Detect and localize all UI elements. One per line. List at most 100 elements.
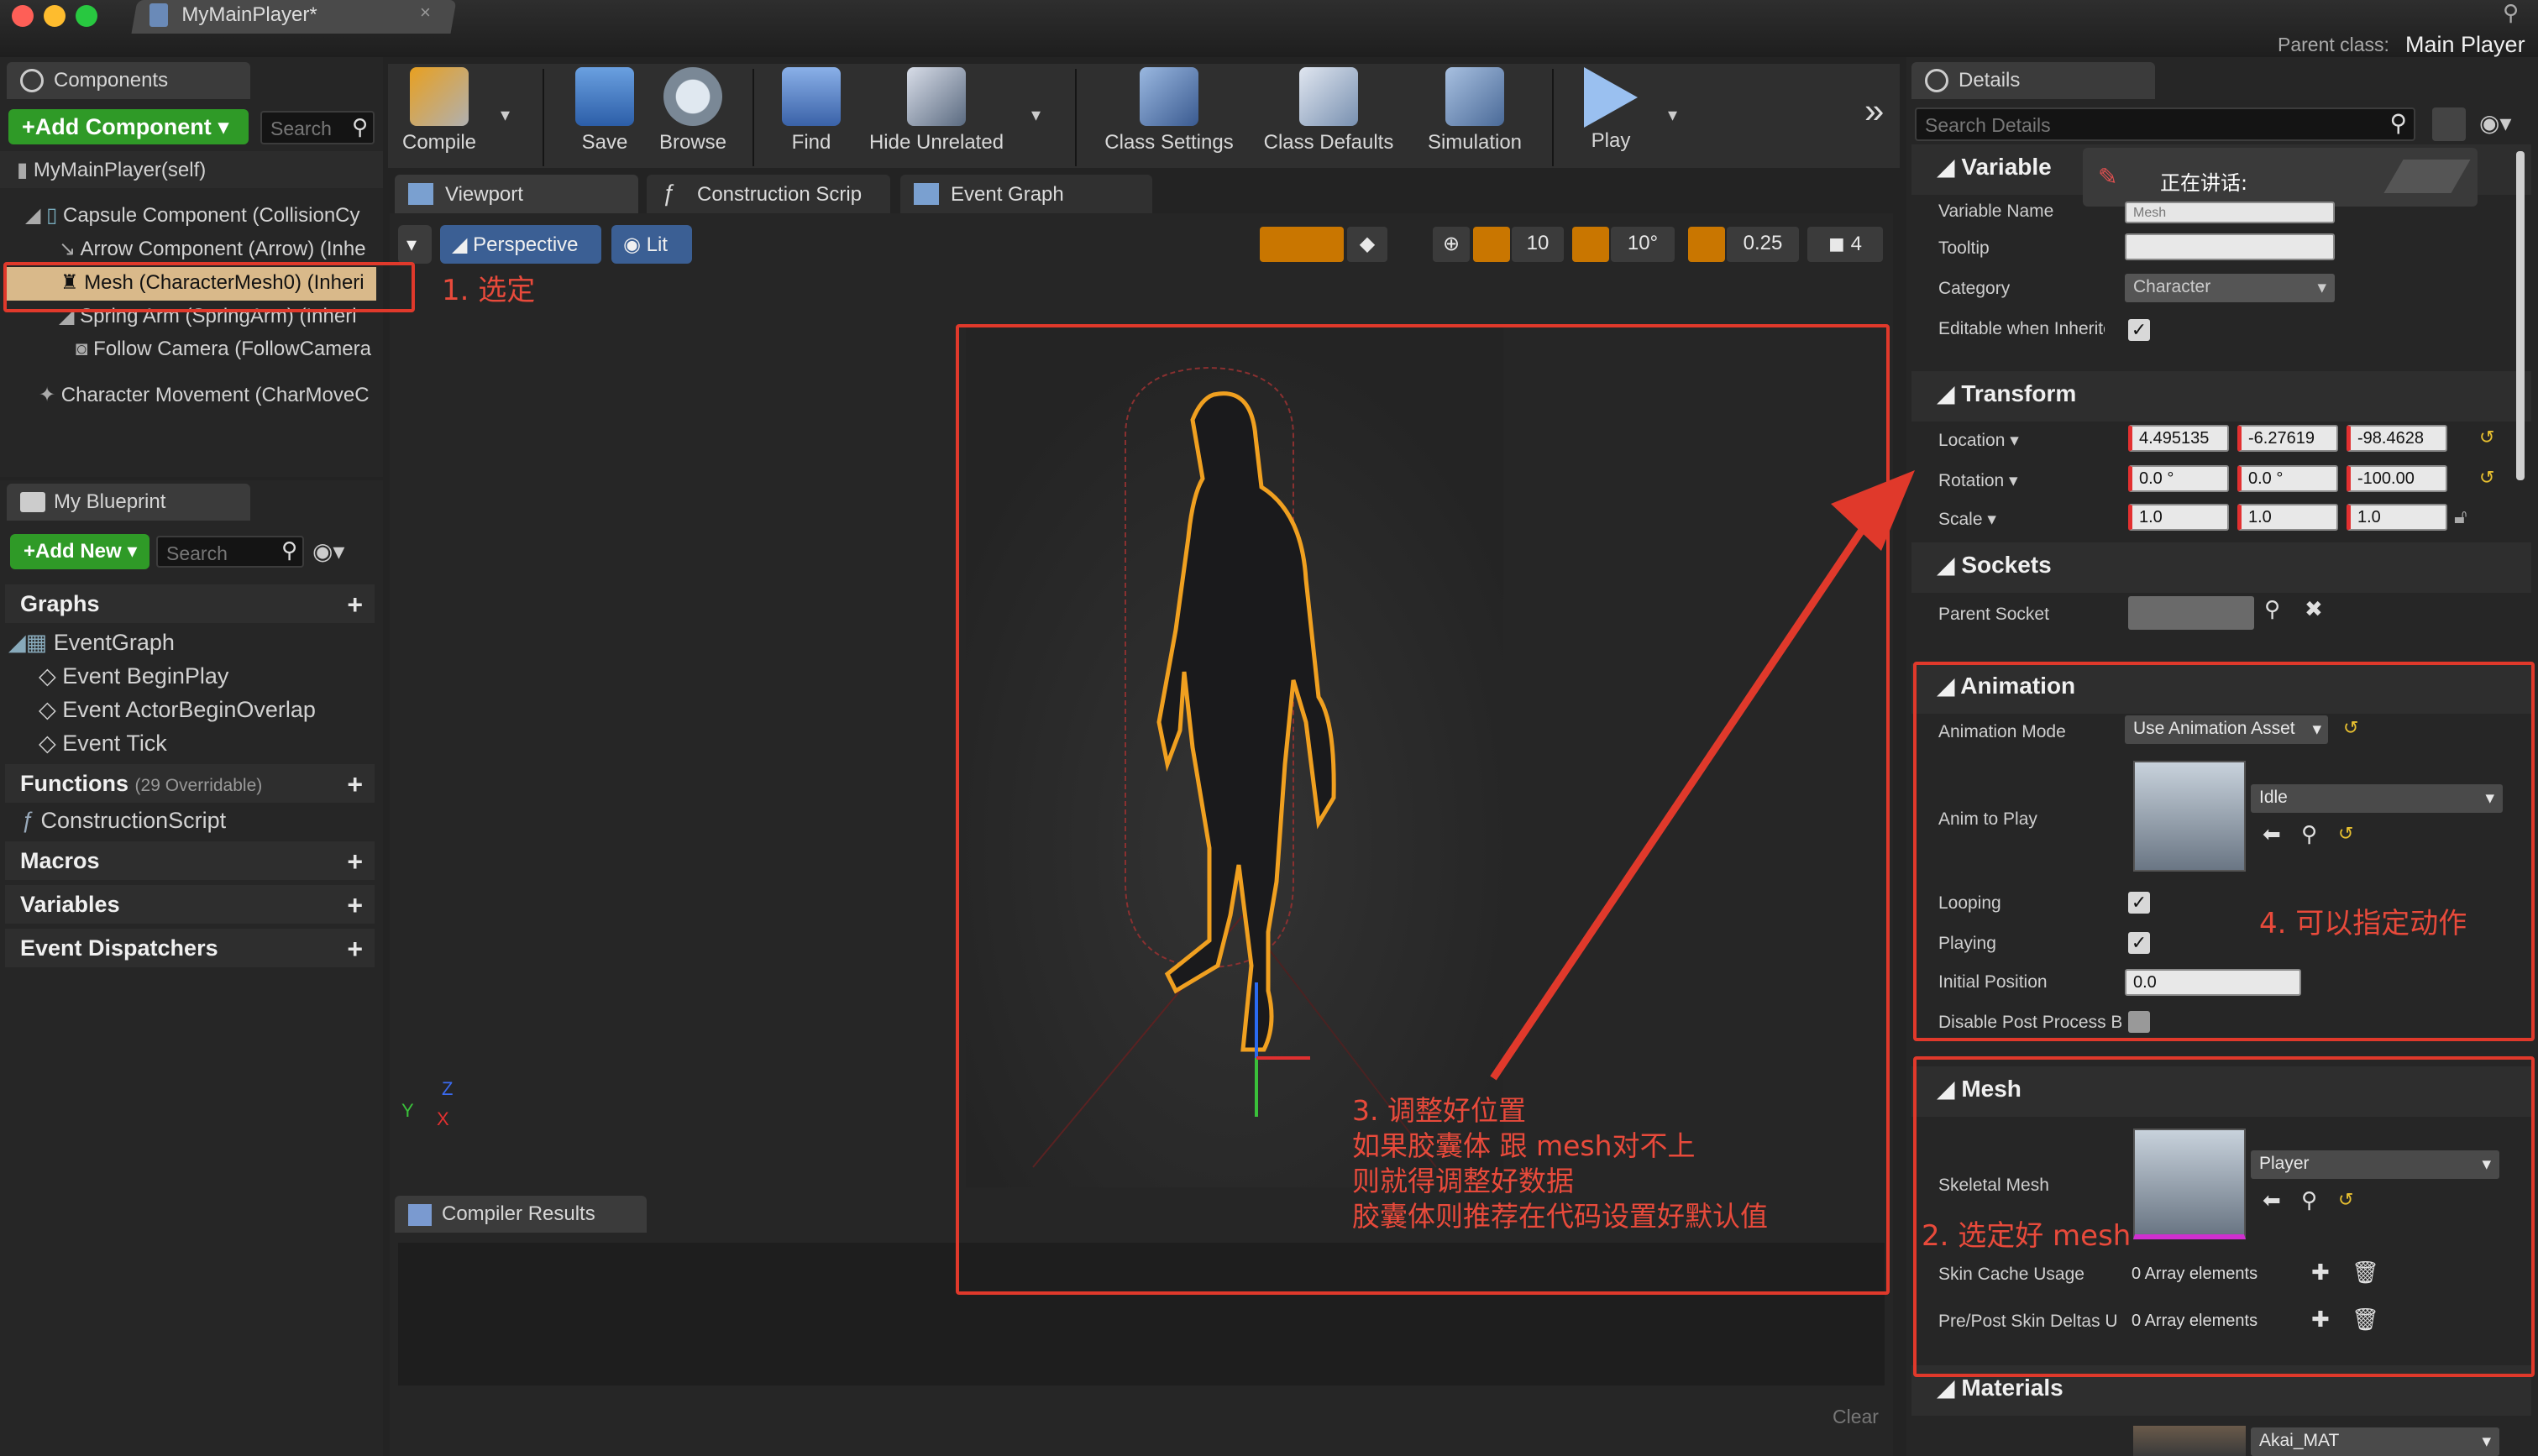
document-tab[interactable]: MyMainPlayer* (131, 0, 457, 34)
perspective-button[interactable]: ◢ Perspective (440, 225, 601, 264)
sockets-section[interactable]: ◢ Sockets (1911, 542, 2531, 593)
transform-section[interactable]: ◢ Transform (1911, 371, 2531, 422)
chevron-down-icon[interactable]: ▾ (501, 104, 510, 126)
tooltip-input[interactable] (2125, 233, 2335, 260)
material-thumbnail[interactable] (2133, 1426, 2246, 1456)
tab-construction-script[interactable]: ƒ Construction Scrip (647, 175, 890, 213)
graphs-section[interactable]: Graphs + (5, 584, 375, 623)
save-button[interactable]: Save (564, 67, 645, 168)
location-y-input[interactable]: -6.27619 (2237, 425, 2338, 452)
event-overlap-item[interactable]: ◇ Event ActorBeginOverlap (39, 697, 375, 723)
reset-rotation-icon[interactable]: ↺ (2479, 467, 2494, 489)
reset-location-icon[interactable]: ↺ (2479, 427, 2494, 448)
scale-y-input[interactable]: 1.0 (2237, 504, 2338, 531)
class-settings-button[interactable]: Class Settings (1100, 67, 1238, 168)
add-variable-icon[interactable]: + (347, 890, 363, 921)
find-button[interactable]: Find (771, 67, 852, 168)
variables-section[interactable]: Variables + (5, 885, 375, 924)
tab-viewport[interactable]: Viewport (395, 175, 638, 213)
chevron-down-icon[interactable]: ▾ (1668, 104, 1677, 126)
add-function-icon[interactable]: + (347, 769, 363, 800)
graph-icon: ◢▦ (8, 630, 54, 655)
lit-button[interactable]: ◉ Lit (611, 225, 692, 264)
component-self[interactable]: ▮ MyMainPlayer(self) (17, 158, 370, 182)
functions-section[interactable]: Functions (29 Overridable) + (5, 764, 375, 803)
grid-snap-toggle[interactable] (1473, 227, 1510, 262)
rotation-snap-value[interactable]: 10° (1611, 227, 1675, 262)
transform-head-label: Transform (1961, 380, 2077, 406)
editable-inherited-checkbox[interactable]: ✓ (2128, 319, 2150, 341)
grid-snap-value[interactable]: 10 (1512, 227, 1564, 262)
viewport-options-button[interactable]: ▾ (398, 225, 432, 264)
add-new-button[interactable]: +Add New ▾ (10, 534, 149, 569)
rotation-y-input[interactable]: 0.0 ° (2237, 465, 2338, 492)
details-search-input[interactable]: Search Details ⚲ (1915, 107, 2415, 141)
scale-snap-toggle[interactable] (1688, 227, 1725, 262)
dispatchers-section[interactable]: Event Dispatchers + (5, 929, 375, 967)
material-dropdown[interactable]: Akai_MAT ▾ (2251, 1427, 2499, 1456)
scale-x-input[interactable]: 1.0 (2128, 504, 2229, 531)
tab-my-blueprint[interactable]: My Blueprint (7, 484, 250, 521)
voice-wave-icon (2383, 160, 2471, 193)
add-dispatcher-icon[interactable]: + (347, 934, 363, 965)
rotation-z-input[interactable]: -100.00 (2347, 465, 2447, 492)
components-search-input[interactable]: Search ⚲ (260, 111, 375, 144)
component-arrow[interactable]: ↘ Arrow Component (Arrow) (Inhe (59, 237, 378, 261)
class-defaults-button[interactable]: Class Defaults (1258, 67, 1399, 168)
world-local-button[interactable]: ⊕ (1433, 227, 1470, 262)
location-z-input[interactable]: -98.4628 (2347, 425, 2447, 452)
transform-tools[interactable] (1260, 227, 1344, 262)
surface-snap-button[interactable]: ◆ (1347, 227, 1387, 262)
component-camera[interactable]: ◙ Follow Camera (FollowCamera (76, 338, 378, 361)
category-dropdown[interactable]: Character ▾ (2125, 274, 2335, 302)
blueprint-search-input[interactable]: Search ⚲ (156, 536, 304, 568)
rotation-snap-toggle[interactable] (1572, 227, 1609, 262)
construction-script-item[interactable]: ƒ ConstructionScript (22, 808, 375, 834)
tab-compiler-results[interactable]: Compiler Results (395, 1196, 647, 1233)
tab-event-graph[interactable]: Event Graph (900, 175, 1152, 213)
add-component-button[interactable]: +Add Component ▾ (8, 109, 249, 144)
close-tab-icon[interactable]: × (420, 2, 431, 24)
function-icon: ƒ (662, 180, 675, 206)
minimize-window-button[interactable] (44, 5, 66, 27)
macros-section[interactable]: Macros + (5, 841, 375, 880)
scale-z-input[interactable]: 1.0 (2347, 504, 2447, 531)
component-char-movement[interactable]: ✦ Character Movement (CharMoveC (39, 383, 378, 407)
hide-unrelated-button[interactable]: Hide Unrelated (865, 67, 1008, 168)
details-scrollbar[interactable] (2516, 151, 2525, 480)
add-macro-icon[interactable]: + (347, 846, 363, 877)
event-beginplay-item[interactable]: ◇ Event BeginPlay (39, 663, 375, 689)
component-capsule[interactable]: ◢ ▯ Capsule Component (CollisionCy (25, 203, 378, 228)
compile-button[interactable]: Compile (395, 67, 484, 168)
close-window-button[interactable] (12, 5, 34, 27)
annotation-3-line-3: 则就得调整好数据 (1352, 1165, 1574, 1197)
eye-icon[interactable]: ◉▾ (312, 537, 345, 565)
eye-icon[interactable]: ◉▾ (2479, 109, 2512, 137)
location-x-input[interactable]: 4.495135 (2128, 425, 2229, 452)
tab-details[interactable]: Details (1911, 62, 2155, 99)
add-graph-icon[interactable]: + (347, 589, 363, 621)
lock-icon[interactable]: 🔓︎ (2454, 505, 2467, 529)
scale-dropdown[interactable]: Scale ▾ (1938, 509, 1996, 530)
clear-button[interactable]: Clear (1833, 1406, 1879, 1428)
parent-class-value[interactable]: Main Player (2405, 32, 2525, 58)
rotation-x-input[interactable]: 0.0 ° (2128, 465, 2229, 492)
clear-icon[interactable]: ✖ (2305, 596, 2323, 622)
simulation-button[interactable]: Simulation (1419, 67, 1530, 168)
parent-socket-input[interactable] (2128, 596, 2254, 630)
variable-name-input[interactable]: Mesh (2125, 202, 2335, 223)
camera-speed-button[interactable]: ◼ 4 (1807, 227, 1883, 262)
play-button[interactable]: Play (1571, 67, 1651, 168)
chevron-down-icon[interactable]: ▾ (1031, 104, 1041, 126)
tab-components[interactable]: Components (7, 62, 250, 99)
zoom-window-button[interactable] (76, 5, 97, 27)
toolbar-overflow-icon[interactable]: » (1864, 91, 1884, 131)
property-matrix-button[interactable] (2432, 107, 2466, 141)
event-graph-item[interactable]: ◢▦ EventGraph (8, 630, 361, 656)
rotation-dropdown[interactable]: Rotation ▾ (1938, 470, 2018, 491)
browse-button[interactable]: Browse (650, 67, 736, 168)
event-tick-item[interactable]: ◇ Event Tick (39, 731, 375, 757)
search-icon[interactable]: ⚲ (2264, 596, 2280, 622)
scale-snap-value[interactable]: 0.25 (1727, 227, 1799, 262)
location-dropdown[interactable]: Location ▾ (1938, 430, 2019, 451)
